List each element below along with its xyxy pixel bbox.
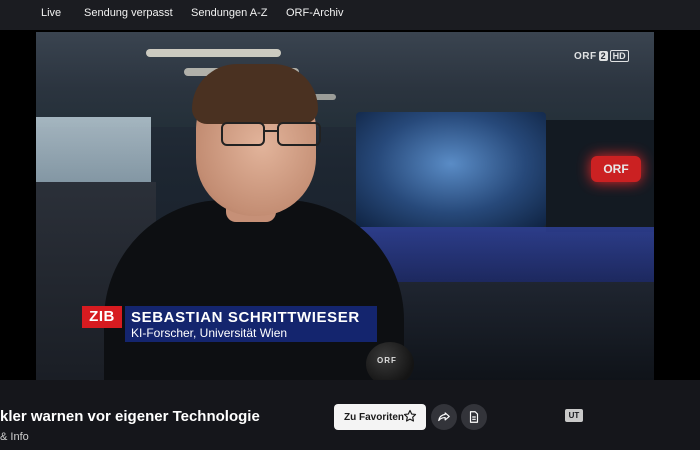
share-icon: [438, 412, 450, 422]
video-subtitle: & Info: [0, 431, 29, 443]
channel-bug-brand: ORF: [574, 50, 597, 62]
channel-bug-number: 2: [598, 51, 608, 61]
interviewee-hair: [192, 64, 318, 124]
microphone-label: ORF: [377, 356, 397, 365]
channel-bug: ORF 2 HD: [574, 49, 629, 63]
glasses: [221, 122, 327, 148]
favorites-label: Zu Favoriten: [344, 411, 405, 423]
nav-item-sendung-verpasst[interactable]: Sendung verpasst: [84, 7, 173, 19]
nav-item-orf-archiv[interactable]: ORF-Archiv: [286, 7, 343, 19]
nav-item-sendungen-a-z[interactable]: Sendungen A-Z: [191, 7, 267, 19]
video-player[interactable]: ORF ORF ORF 2 HD ZIB SEBASTIAN SCHRITTWI…: [36, 32, 654, 380]
video-info-bar: kler warnen vor eigener Technologie & In…: [0, 380, 700, 450]
studio-window: [36, 117, 151, 192]
lower-third: SEBASTIAN SCHRITTWIESER KI-Forscher, Uni…: [125, 306, 377, 342]
studio-screen: [356, 112, 546, 227]
zib-logo: ZIB: [82, 306, 122, 328]
video-title: kler warnen vor eigener Technologie: [0, 408, 260, 425]
document-button[interactable]: [461, 404, 487, 430]
top-navigation: Live Sendung verpasst Sendungen A-Z ORF-…: [0, 0, 700, 30]
interviewee-shirt: [104, 200, 404, 380]
nav-item-live[interactable]: Live: [41, 7, 61, 19]
star-icon: [403, 409, 417, 422]
document-icon: [469, 411, 479, 423]
add-to-favorites-button[interactable]: Zu Favoriten: [334, 404, 426, 430]
glasses-lens: [277, 122, 321, 146]
channel-bug-hd: HD: [609, 50, 629, 62]
glasses-lens: [221, 122, 265, 146]
share-button[interactable]: [431, 404, 457, 430]
lower-third-name: SEBASTIAN SCHRITTWIESER: [131, 309, 360, 326]
ceiling-light: [146, 49, 281, 57]
studio-ceiling: [36, 32, 654, 127]
glasses-bridge: [264, 130, 278, 132]
lower-third-role: KI-Forscher, Universität Wien: [131, 326, 288, 340]
orf-sign: ORF: [591, 156, 641, 182]
subtitles-badge[interactable]: UT: [565, 409, 583, 422]
